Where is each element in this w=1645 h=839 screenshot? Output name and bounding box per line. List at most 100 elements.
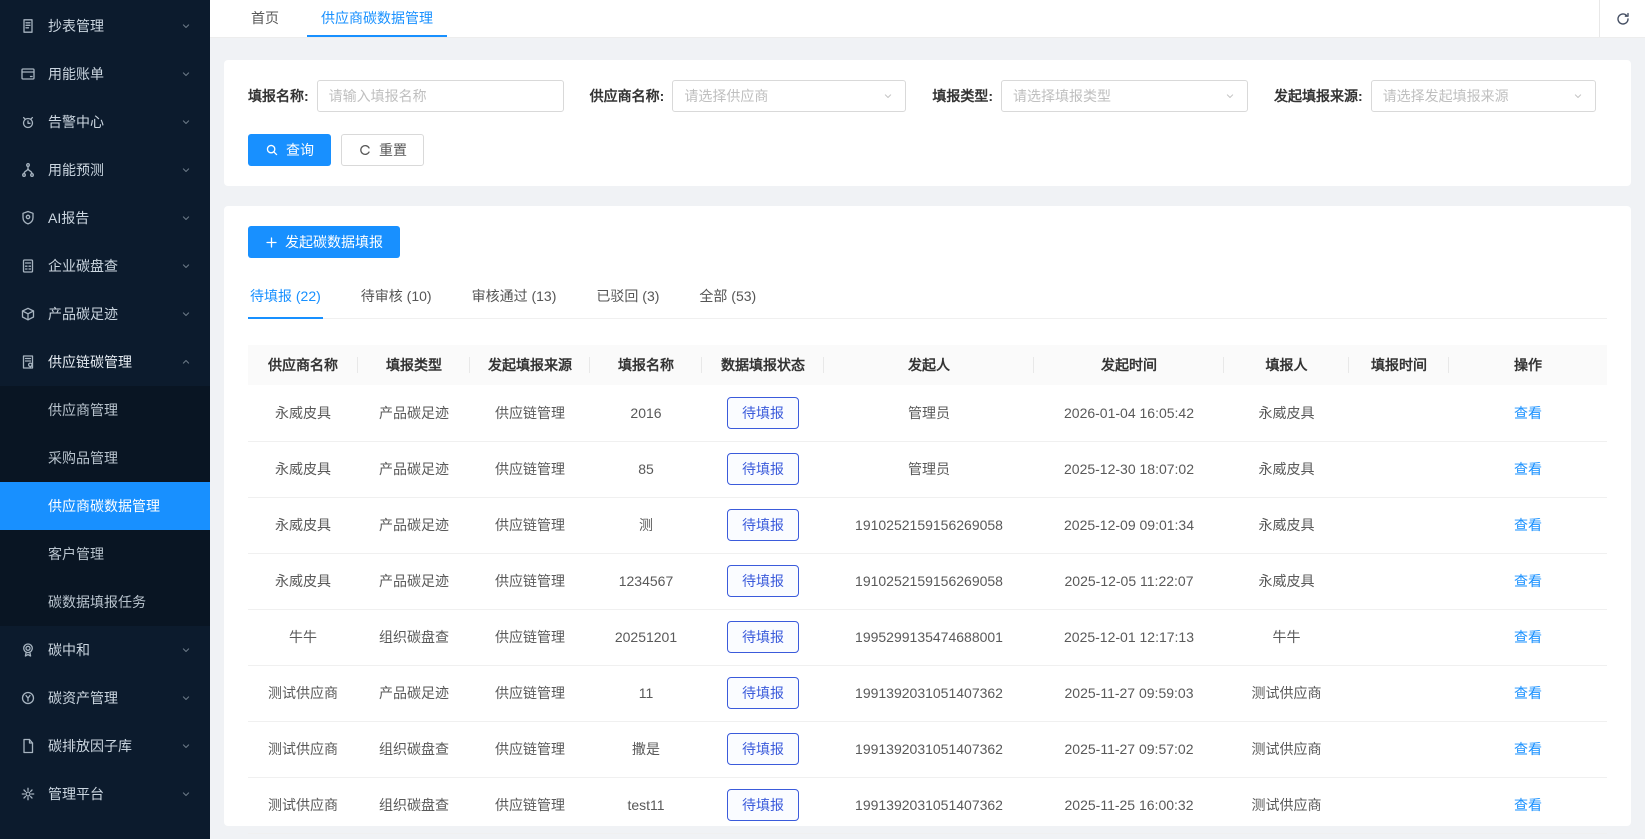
chevron-down-icon	[182, 792, 190, 797]
sidebar-item-energy-forecast[interactable]: 用能预测	[0, 146, 210, 194]
view-link[interactable]: 查看	[1514, 573, 1542, 589]
cell-name: test11	[590, 777, 702, 834]
sidebar-item-product-footprint[interactable]: 产品碳足迹	[0, 290, 210, 338]
view-link[interactable]: 查看	[1514, 685, 1542, 701]
tab-supplier-carbon-data[interactable]: 供应商碳数据管理	[307, 0, 447, 37]
sidebar-item-carbon-asset[interactable]: 碳资产管理	[0, 674, 210, 722]
chevron-down-icon	[182, 72, 190, 77]
report-type-select[interactable]: 请选择填报类型	[1001, 80, 1249, 112]
view-link[interactable]: 查看	[1514, 517, 1542, 533]
cell-type: 产品碳足迹	[358, 665, 470, 722]
status-tab-all[interactable]: 全部 (53)	[697, 276, 758, 319]
status-tab-pending-fill[interactable]: 待填报 (22)	[248, 276, 323, 319]
supplier-name-label: 供应商名称:	[589, 88, 665, 104]
chevron-up-icon	[182, 359, 190, 364]
reset-button[interactable]: 重置	[341, 134, 424, 166]
sidebar-item-emission-factor-library[interactable]: 碳排放因子库	[0, 722, 210, 770]
status-tab-label: 已驳回 (3)	[596, 288, 660, 304]
app-window: 抄表管理 用能账单 告警中心 用能预测 AI报告 企业碳盘查 产品碳足迹 供应链…	[0, 0, 1645, 839]
cell-name: 测	[590, 497, 702, 554]
chevron-down-icon	[182, 216, 190, 221]
sidebar-subitem-carbon-data-task[interactable]: 碳数据填报任务	[0, 578, 210, 626]
cell-source: 供应链管理	[470, 721, 590, 778]
create-carbon-report-button[interactable]: 发起碳数据填报	[248, 226, 400, 258]
main-area: 首页 供应商碳数据管理 填报名称: 请输入填报名称 供应商名称: 请选择供应商 …	[210, 0, 1645, 839]
sidebar-subitem-supplier-carbon-data[interactable]: 供应商碳数据管理	[0, 482, 210, 530]
carbon-asset-icon	[21, 691, 35, 705]
sidebar-item-ai-report[interactable]: AI报告	[0, 194, 210, 242]
supplier-select[interactable]: 请选择供应商	[672, 80, 907, 112]
cell-name: 撒是	[590, 721, 702, 778]
cell-fill-time	[1349, 553, 1449, 610]
cell-name: 11	[590, 665, 702, 722]
sidebar-item-meter-management[interactable]: 抄表管理	[0, 2, 210, 50]
sidebar-subitem-customer-management[interactable]: 客户管理	[0, 530, 210, 578]
cell-init-time: 2025-12-05 11:22:07	[1034, 553, 1224, 610]
cell-filler: 永威皮具	[1224, 497, 1349, 554]
report-source-select[interactable]: 请选择发起填报来源	[1370, 80, 1596, 112]
meter-icon	[23, 19, 33, 33]
report-name-label: 填报名称:	[248, 88, 309, 104]
sidebar-item-carbon-neutral[interactable]: 碳中和	[0, 626, 210, 674]
cell-supplier: 永威皮具	[248, 497, 358, 554]
status-pending-button[interactable]: 待填报	[727, 565, 799, 597]
status-pending-button[interactable]: 待填报	[727, 509, 799, 541]
ai-report-icon	[22, 210, 34, 225]
report-name-input[interactable]	[316, 80, 564, 112]
supply-chain-submenu: 供应商管理 采购品管理 供应商碳数据管理 客户管理 碳数据填报任务	[0, 386, 210, 626]
refresh-button[interactable]	[1599, 0, 1645, 37]
sidebar-subitem-procurement-management[interactable]: 采购品管理	[0, 434, 210, 482]
table-row: 永威皮具 产品碳足迹 供应链管理 85 待填报 管理员 2025-12-30 1…	[248, 441, 1607, 498]
cell-type: 组织碳盘查	[358, 609, 470, 666]
cell-action: 查看	[1449, 777, 1607, 834]
cell-init-time: 2026-01-04 16:05:42	[1034, 385, 1224, 442]
search-icon	[266, 144, 278, 156]
cell-init-time: 2025-11-27 09:59:03	[1034, 665, 1224, 722]
status-pending-button[interactable]: 待填报	[727, 677, 799, 709]
sidebar-item-label: 企业碳盘查	[48, 258, 118, 274]
chevron-down-icon	[1574, 94, 1581, 99]
status-tab-rejected[interactable]: 已驳回 (3)	[594, 276, 661, 319]
create-button-label: 发起碳数据填报	[285, 234, 383, 250]
cell-action: 查看	[1449, 441, 1607, 498]
cell-name: 20251201	[590, 609, 702, 666]
page-tabs: 首页 供应商碳数据管理	[210, 0, 1599, 37]
sidebar-item-energy-bill[interactable]: 用能账单	[0, 50, 210, 98]
status-pending-button[interactable]: 待填报	[727, 789, 799, 821]
view-link[interactable]: 查看	[1514, 461, 1542, 477]
sidebar-item-alert-center[interactable]: 告警中心	[0, 98, 210, 146]
view-link[interactable]: 查看	[1514, 741, 1542, 757]
view-link[interactable]: 查看	[1514, 629, 1542, 645]
cell-status: 待填报	[702, 721, 824, 778]
sidebar-item-enterprise-carbon-inventory[interactable]: 企业碳盘查	[0, 242, 210, 290]
sidebar-item-supply-chain-carbon[interactable]: 供应链碳管理	[0, 338, 210, 386]
cell-supplier: 永威皮具	[248, 553, 358, 610]
view-link[interactable]: 查看	[1514, 405, 1542, 421]
filter-field-report-type: 填报类型: 请选择填报类型	[932, 80, 1249, 112]
cell-init-time: 2025-12-01 12:17:13	[1034, 609, 1224, 666]
cell-supplier: 测试供应商	[248, 777, 358, 834]
cell-initiator: 1991392031051407362	[824, 721, 1034, 778]
platform-icon	[21, 787, 35, 801]
chevron-down-icon	[182, 24, 190, 29]
cell-initiator: 1995299135474688001	[824, 609, 1034, 666]
status-pending-button[interactable]: 待填报	[727, 733, 799, 765]
status-pending-button[interactable]: 待填报	[727, 396, 799, 429]
reset-button-label: 重置	[379, 142, 407, 158]
search-button[interactable]: 查询	[248, 134, 331, 166]
supplier-select-placeholder: 请选择供应商	[684, 88, 769, 104]
sidebar-subitem-supplier-management[interactable]: 供应商管理	[0, 386, 210, 434]
tab-home[interactable]: 首页	[237, 0, 293, 37]
view-link[interactable]: 查看	[1514, 797, 1542, 813]
status-pending-button[interactable]: 待填报	[727, 621, 799, 653]
sidebar-item-label: 管理平台	[48, 786, 104, 802]
cell-action: 查看	[1449, 497, 1607, 554]
column-header-action: 操作	[1449, 345, 1607, 385]
chevron-down-icon	[182, 120, 190, 125]
status-pending-button[interactable]: 待填报	[727, 453, 799, 485]
status-tab-approved[interactable]: 审核通过 (13)	[470, 276, 559, 319]
sidebar-item-management-platform[interactable]: 管理平台	[0, 770, 210, 818]
cell-action: 查看	[1449, 665, 1607, 722]
status-tab-pending-review[interactable]: 待审核 (10)	[359, 276, 434, 319]
page-tabbar: 首页 供应商碳数据管理	[210, 0, 1645, 38]
